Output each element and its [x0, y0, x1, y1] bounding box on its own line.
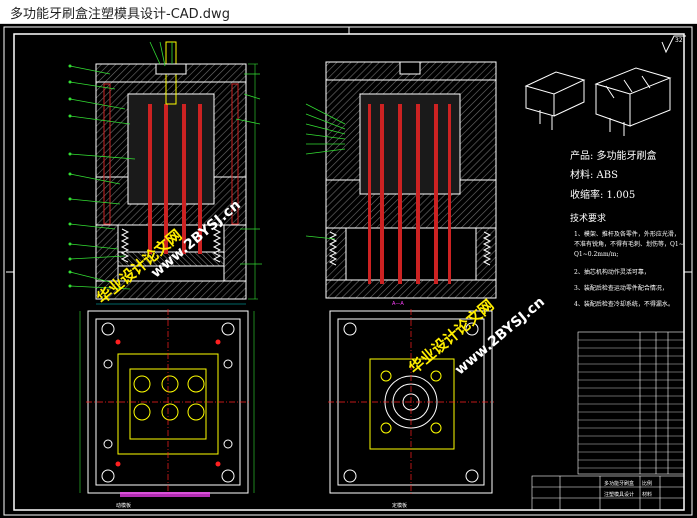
- side-section-view: A—A: [305, 61, 497, 307]
- product-iso-views: [524, 67, 672, 136]
- plan-view-right: 定模板: [328, 309, 494, 509]
- tech-note-1: 1、模架、推杆及各零件，外形应光滑，: [574, 230, 680, 238]
- bottom-label-left: 动模板: [116, 502, 131, 509]
- svg-text:注塑模具设计: 注塑模具设计: [604, 491, 634, 498]
- plan-view-left: 动模板: [79, 309, 255, 509]
- parts-list-table: [577, 331, 685, 475]
- svg-text:比例: 比例: [642, 480, 652, 487]
- svg-text:多功能牙刷盒: 多功能牙刷盒: [604, 480, 634, 487]
- product-label: 产品: 多功能牙刷盒: [570, 149, 657, 162]
- svg-text:32: 32: [675, 37, 683, 44]
- window-title: 多功能牙刷盒注塑模具设计-CAD.dwg: [10, 7, 230, 22]
- tech-title: 技术要求: [570, 212, 606, 224]
- cad-canvas[interactable]: A—A 动模板 定模板 32 产品: 多功能牙刷盒 材料: ABS 收缩率: 1…: [0, 24, 697, 518]
- title-block-text: 多功能牙刷盒 注塑模具设计 比例 材料: [604, 480, 652, 498]
- shrink-label: 收缩率: 1.005: [570, 188, 635, 201]
- notes-block: 产品: 多功能牙刷盒 材料: ABS 收缩率: 1.005 技术要求 1、模架、…: [570, 149, 684, 308]
- window-titlebar: 多功能牙刷盒注塑模具设计-CAD.dwg: [0, 0, 697, 24]
- tech-note-4: 2、抽芯机构动作灵活可靠，: [574, 268, 650, 276]
- section-label: A—A: [392, 301, 404, 307]
- svg-text:材料: 材料: [642, 491, 652, 498]
- material-label: 材料: ABS: [570, 168, 618, 181]
- tech-note-2: 不准有锐角，不得有毛刺、划伤等，Q1~: [574, 240, 684, 248]
- roughness-symbol: 32: [661, 35, 686, 54]
- tech-note-3: Q1~0.2mm/m;: [574, 251, 618, 258]
- tech-note-6: 4、装配后检查冷却系统，不得漏水。: [574, 300, 674, 308]
- bottom-label-mid: 定模板: [392, 502, 407, 509]
- cad-drawing[interactable]: A—A 动模板 定模板 32 产品: 多功能牙刷盒 材料: ABS 收缩率: 1…: [0, 24, 697, 518]
- tech-note-5: 3、装配后检查运动零件配合情况，: [574, 284, 668, 292]
